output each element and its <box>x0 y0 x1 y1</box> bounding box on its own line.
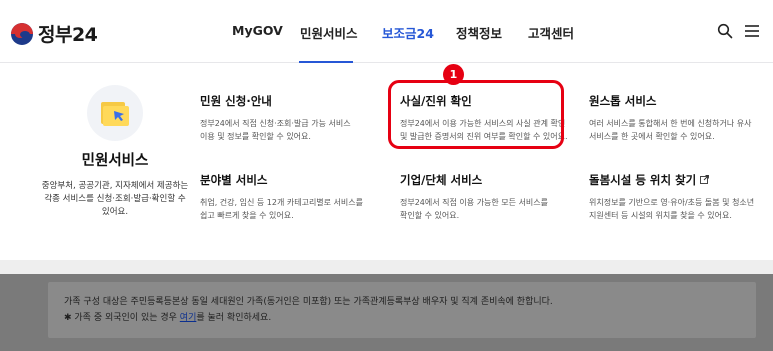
menu-card-care-location[interactable]: 돌봄시설 등 위치 찾기 위치정보를 기반으로 영·유아/초등 돌봄 및 청소년… <box>589 172 759 222</box>
intro-title: 민원서비스 <box>81 153 149 169</box>
foreigner-check-link[interactable]: 여기 <box>180 313 197 323</box>
step-badge: 1 <box>443 64 464 85</box>
card-description: 여러 서비스를 통합해서 한 번에 신청하거나 유사 서비스를 한 곳에서 확인… <box>589 119 752 141</box>
card-description: 정부24에서 직접 이용 가능한 모든 서비스를 확인할 수 있어요. <box>400 198 549 220</box>
overlay-strip <box>0 260 773 274</box>
nav-customer-center[interactable]: 고객센터 <box>528 23 574 42</box>
menu-card-business[interactable]: 기업/단체 서비스 정부24에서 직접 이용 가능한 모든 서비스를 확인할 수… <box>400 172 570 222</box>
card-title[interactable]: 민원 신청·안내 <box>200 93 370 109</box>
card-description: 정부24에서 직접 신청·조회·발급 가능 서비스 이용 및 정보를 확인할 수… <box>200 119 351 141</box>
notice-line-2: ✱ 가족 중 외국인이 있는 경우 여기를 눌러 확인하세요. <box>64 313 272 323</box>
card-description: 취업, 건강, 임신 등 12개 카테고리별로 서비스를 쉽고 빠르게 찾을 수… <box>200 198 364 220</box>
external-link-icon <box>700 173 710 187</box>
main-nav: MyGOV 민원서비스 보조금24 정책정보 고객센터 <box>0 23 773 43</box>
site-header: 정부24 MyGOV 민원서비스 보조금24 정책정보 고객센터 <box>0 0 773 63</box>
nav-subsidy24[interactable]: 보조금24 <box>382 23 434 42</box>
active-nav-underline <box>299 61 353 63</box>
card-title[interactable]: 돌봄시설 등 위치 찾기 <box>589 172 759 188</box>
card-title[interactable]: 기업/단체 서비스 <box>400 172 570 188</box>
menu-icon[interactable] <box>744 23 760 43</box>
family-notice-box: 가족 구성 대상은 주민등록등본상 동일 세대원인 가족(동거인은 미포함) 또… <box>48 282 756 338</box>
card-title[interactable]: 원스톱 서비스 <box>589 93 759 109</box>
card-description: 위치정보를 기반으로 영·유아/초등 돌봄 및 청소년 지원센터 등 시설의 위… <box>589 198 755 220</box>
nav-policy-info[interactable]: 정책정보 <box>456 23 502 42</box>
nav-civil-service[interactable]: 민원서비스 <box>300 23 358 42</box>
menu-card-onestop[interactable]: 원스톱 서비스 여러 서비스를 통합해서 한 번에 신청하거나 유사 서비스를 … <box>589 93 759 143</box>
menu-card-by-field[interactable]: 분야별 서비스 취업, 건강, 임신 등 12개 카테고리별로 서비스를 쉽고 … <box>200 172 370 222</box>
nav-mygov[interactable]: MyGOV <box>232 23 283 38</box>
folder-icon <box>87 85 143 141</box>
notice-line-1: 가족 구성 대상은 주민등록등본상 동일 세대원인 가족(동거인은 미포함) 또… <box>64 297 553 307</box>
search-icon[interactable] <box>717 23 733 43</box>
card-title[interactable]: 분야별 서비스 <box>200 172 370 188</box>
menu-intro: 민원서비스 중앙부처, 공공기관, 지자체에서 제공하는 각종 서비스를 신청·… <box>40 85 190 219</box>
intro-description: 중앙부처, 공공기관, 지자체에서 제공하는 각종 서비스를 신청·조회·발급·… <box>41 181 189 217</box>
highlight-box <box>388 80 564 149</box>
menu-card-civil-apply[interactable]: 민원 신청·안내 정부24에서 직접 신청·조회·발급 가능 서비스 이용 및 … <box>200 93 370 143</box>
